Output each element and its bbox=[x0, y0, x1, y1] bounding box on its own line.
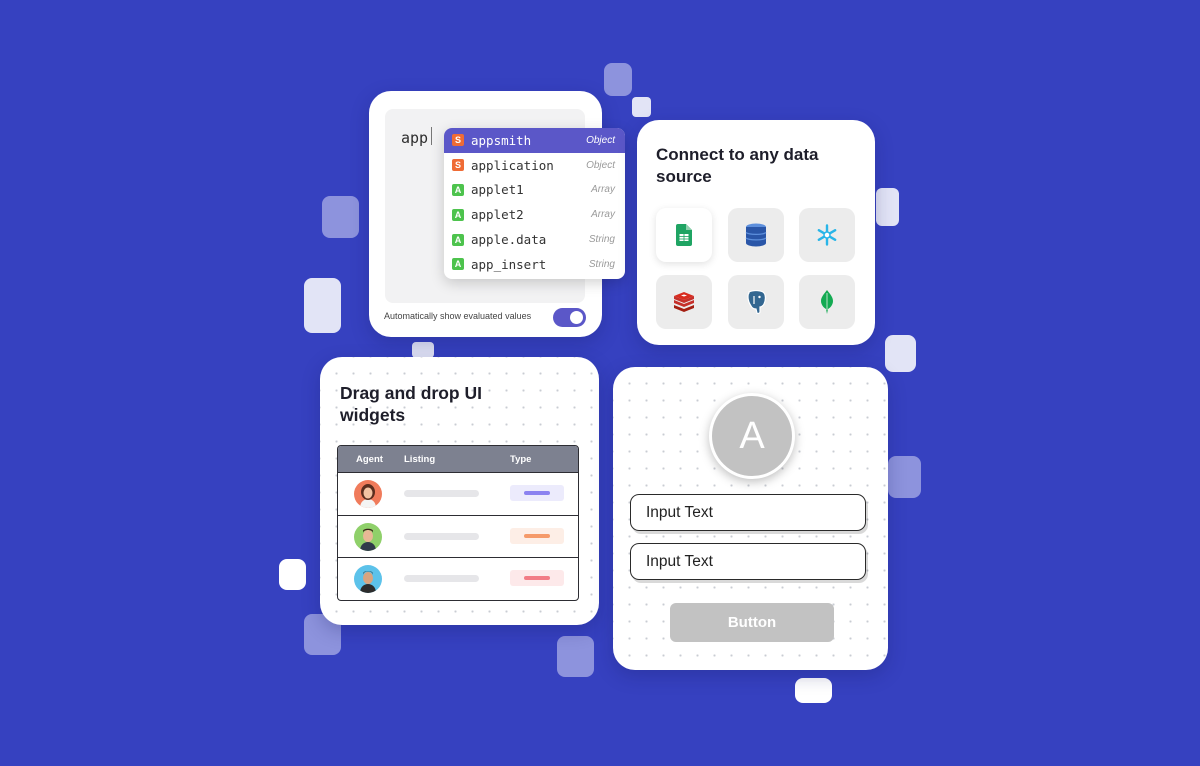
suggestion-type: String bbox=[588, 258, 615, 270]
agent-avatar-2 bbox=[354, 522, 382, 551]
suggestion-label: appsmith bbox=[471, 132, 532, 148]
widgets-card: Drag and drop UI widgets Agent Listing T… bbox=[320, 357, 599, 625]
submit-button[interactable]: Button bbox=[670, 603, 834, 642]
suggestion-type: Object bbox=[586, 134, 615, 146]
header-listing: Listing bbox=[404, 453, 436, 465]
redis-icon[interactable] bbox=[656, 275, 712, 329]
listing-placeholder bbox=[404, 575, 479, 582]
type-pill bbox=[510, 485, 564, 501]
suggestion-item[interactable]: Aapplet2 Array bbox=[444, 202, 625, 227]
suggestion-type: Array bbox=[591, 184, 615, 196]
user-avatar: A bbox=[709, 393, 795, 479]
suggestion-label: app_insert bbox=[471, 256, 547, 272]
table-row[interactable] bbox=[338, 472, 578, 515]
suggestion-label: applet1 bbox=[471, 182, 524, 198]
deco-square bbox=[304, 278, 341, 333]
deco-square bbox=[632, 97, 651, 117]
text-caret bbox=[431, 127, 432, 145]
snowflake-icon[interactable] bbox=[799, 208, 855, 262]
suggestion-label: applet2 bbox=[471, 207, 524, 223]
deco-square bbox=[412, 342, 434, 358]
suggestion-item[interactable]: Aapplet1 Array bbox=[444, 178, 625, 203]
autocomplete-card: app Sappsmith Object Sapplication Object Aap… bbox=[369, 91, 625, 337]
deco-square bbox=[322, 196, 359, 238]
code-text: app bbox=[401, 129, 429, 147]
listing-placeholder bbox=[404, 490, 479, 497]
suggestion-type: Object bbox=[586, 159, 615, 171]
deco-square bbox=[279, 559, 306, 590]
postgresql-icon[interactable] bbox=[728, 275, 784, 329]
array-badge-icon: A bbox=[452, 233, 464, 246]
deco-square bbox=[876, 188, 899, 226]
array-badge-icon: A bbox=[452, 183, 464, 196]
table-row[interactable] bbox=[338, 557, 578, 600]
header-agent: Agent bbox=[356, 453, 383, 465]
source-badge-icon: S bbox=[452, 159, 464, 172]
suggestion-item[interactable]: Sapplication Object bbox=[444, 153, 625, 178]
type-pill bbox=[510, 570, 564, 586]
mongodb-icon[interactable] bbox=[799, 275, 855, 329]
suggestion-label: application bbox=[471, 157, 554, 173]
deco-square bbox=[604, 63, 632, 96]
dynamodb-icon[interactable] bbox=[728, 208, 784, 262]
header-type: Type bbox=[510, 453, 532, 465]
text-input-1[interactable]: Input Text bbox=[630, 494, 866, 531]
toggle-knob bbox=[570, 311, 583, 324]
source-badge-icon: S bbox=[452, 134, 464, 147]
array-badge-icon: A bbox=[452, 258, 464, 271]
widgets-title: Drag and drop UI widgets bbox=[340, 383, 482, 425]
suggestion-type: String bbox=[588, 234, 615, 246]
deco-square bbox=[888, 456, 921, 498]
toggle-label: Automatically show evaluated values bbox=[384, 311, 532, 321]
agent-table: Agent Listing Type bbox=[337, 445, 579, 601]
suggestion-label: apple.data bbox=[471, 232, 547, 248]
array-badge-icon: A bbox=[452, 208, 464, 221]
deco-square bbox=[795, 678, 832, 703]
suggestion-type: Array bbox=[591, 209, 615, 221]
suggestion-item[interactable]: Aapple.data String bbox=[444, 227, 625, 252]
deco-square bbox=[885, 335, 916, 372]
listing-placeholder bbox=[404, 532, 479, 540]
deco-square bbox=[557, 636, 594, 677]
form-card: A Input Text Input Text Button bbox=[613, 367, 888, 670]
suggestion-item[interactable]: Aapp_insert String bbox=[444, 252, 625, 277]
agent-avatar-1 bbox=[354, 480, 382, 508]
autocomplete-dropdown: Sappsmith Object Sapplication Object Aapplet… bbox=[444, 128, 625, 279]
agent-avatar-3 bbox=[354, 565, 382, 593]
type-pill bbox=[510, 527, 564, 544]
data-source-card: Connect to any data source bbox=[637, 120, 875, 345]
google-sheets-icon[interactable] bbox=[656, 208, 712, 262]
data-source-title: Connect to any data source bbox=[656, 145, 819, 186]
suggestion-item[interactable]: Sappsmith Object bbox=[444, 128, 625, 153]
evaluated-values-toggle[interactable] bbox=[553, 308, 586, 327]
text-input-2[interactable]: Input Text bbox=[630, 543, 866, 580]
table-row[interactable] bbox=[338, 514, 578, 558]
table-header: Agent Listing Type bbox=[338, 446, 578, 472]
